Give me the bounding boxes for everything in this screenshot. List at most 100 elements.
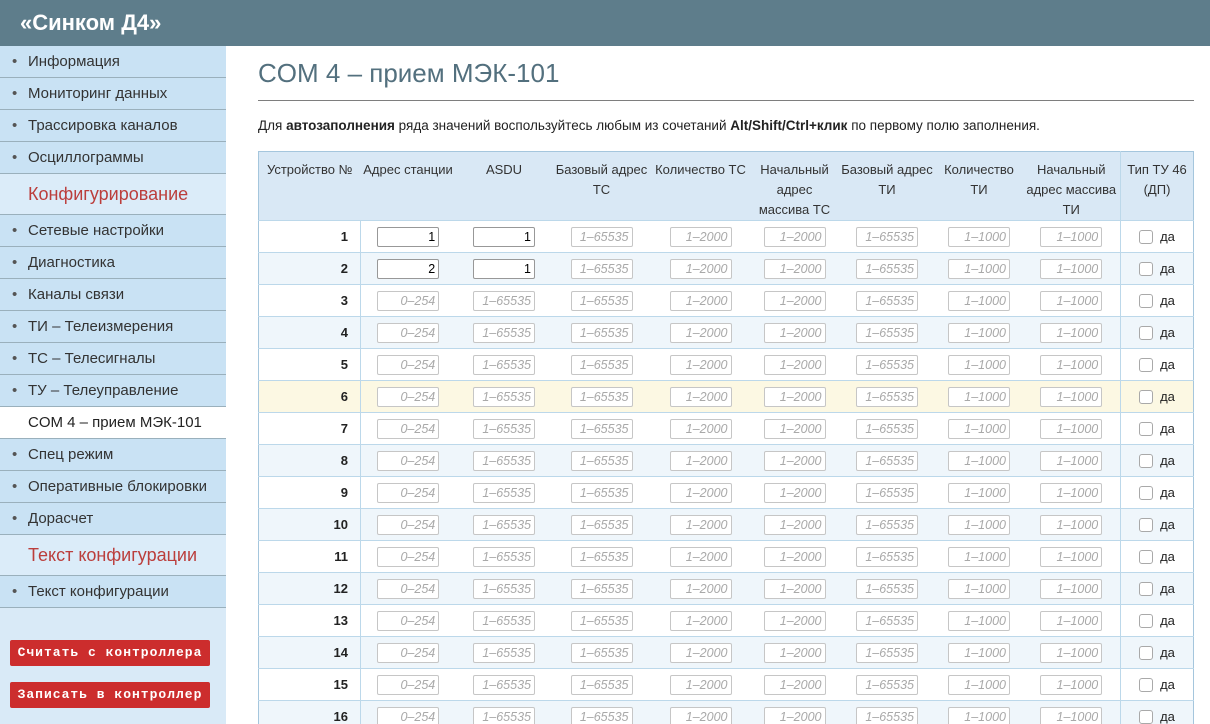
- ti-count-input[interactable]: [948, 322, 1010, 343]
- ti-base-address-input[interactable]: [856, 450, 918, 471]
- ts-array-start-input[interactable]: [763, 226, 826, 247]
- asdu-input[interactable]: [473, 578, 535, 599]
- ts-array-start-input[interactable]: [763, 354, 826, 375]
- ts-count-input[interactable]: [669, 354, 732, 375]
- ts-array-start-input[interactable]: [763, 386, 826, 407]
- tu-type-checkbox[interactable]: [1139, 230, 1154, 245]
- ts-array-start-input[interactable]: [763, 610, 826, 631]
- tu-type-checkbox[interactable]: [1139, 710, 1154, 724]
- ti-count-input[interactable]: [948, 642, 1010, 663]
- ts-array-start-input[interactable]: [763, 578, 826, 599]
- sidebar-item-information[interactable]: • Информация: [0, 46, 226, 78]
- ts-count-input[interactable]: [669, 226, 732, 247]
- ts-count-input[interactable]: [669, 322, 732, 343]
- ti-count-input[interactable]: [948, 418, 1010, 439]
- ti-array-start-input[interactable]: [1040, 322, 1103, 343]
- ti-array-start-input[interactable]: [1040, 450, 1103, 471]
- station-address-input[interactable]: [377, 482, 440, 503]
- station-address-input[interactable]: [377, 290, 440, 311]
- station-address-input[interactable]: [377, 610, 440, 631]
- ts-count-input[interactable]: [669, 290, 732, 311]
- asdu-input[interactable]: [473, 418, 535, 439]
- ti-array-start-input[interactable]: [1040, 386, 1103, 407]
- ti-array-start-input[interactable]: [1040, 706, 1103, 724]
- ts-count-input[interactable]: [669, 450, 732, 471]
- ti-count-input[interactable]: [948, 674, 1010, 695]
- asdu-input[interactable]: [473, 386, 535, 407]
- asdu-input[interactable]: [473, 354, 535, 375]
- ts-array-start-input[interactable]: [763, 322, 826, 343]
- ti-count-input[interactable]: [948, 706, 1010, 724]
- ts-count-input[interactable]: [669, 642, 732, 663]
- tu-type-checkbox[interactable]: [1139, 262, 1154, 277]
- tu-type-checkbox[interactable]: [1139, 486, 1154, 501]
- tu-type-checkbox[interactable]: [1139, 294, 1154, 309]
- ti-count-input[interactable]: [948, 450, 1010, 471]
- asdu-input[interactable]: [473, 290, 535, 311]
- asdu-input[interactable]: [473, 674, 535, 695]
- ts-base-address-input[interactable]: [570, 482, 633, 503]
- asdu-input[interactable]: [473, 258, 535, 279]
- ti-base-address-input[interactable]: [856, 546, 918, 567]
- tu-type-checkbox[interactable]: [1139, 390, 1154, 405]
- asdu-input[interactable]: [473, 610, 535, 631]
- ts-count-input[interactable]: [669, 610, 732, 631]
- ts-array-start-input[interactable]: [763, 482, 826, 503]
- station-address-input[interactable]: [377, 674, 440, 695]
- asdu-input[interactable]: [473, 642, 535, 663]
- ts-count-input[interactable]: [669, 674, 732, 695]
- station-address-input[interactable]: [377, 354, 440, 375]
- ti-base-address-input[interactable]: [856, 706, 918, 724]
- ts-base-address-input[interactable]: [570, 450, 633, 471]
- ts-base-address-input[interactable]: [570, 674, 633, 695]
- sidebar-item-ti-telemetry[interactable]: • ТИ – Телеизмерения: [0, 311, 226, 343]
- ts-array-start-input[interactable]: [763, 674, 826, 695]
- sidebar-item-special-mode[interactable]: • Спец режим: [0, 439, 226, 471]
- station-address-input[interactable]: [377, 418, 440, 439]
- ts-base-address-input[interactable]: [570, 322, 633, 343]
- ts-base-address-input[interactable]: [570, 226, 633, 247]
- ti-count-input[interactable]: [948, 354, 1010, 375]
- asdu-input[interactable]: [473, 514, 535, 535]
- ti-array-start-input[interactable]: [1040, 546, 1103, 567]
- tu-type-checkbox[interactable]: [1139, 678, 1154, 693]
- ti-base-address-input[interactable]: [856, 642, 918, 663]
- ti-base-address-input[interactable]: [856, 674, 918, 695]
- ts-base-address-input[interactable]: [570, 578, 633, 599]
- sidebar-item-com4-iec101[interactable]: COM 4 – прием МЭК-101: [0, 407, 226, 439]
- sidebar-item-recalculation[interactable]: • Дорасчет: [0, 503, 226, 535]
- sidebar-item-network-settings[interactable]: • Сетевые настройки: [0, 215, 226, 247]
- ts-base-address-input[interactable]: [570, 354, 633, 375]
- tu-type-checkbox[interactable]: [1139, 454, 1154, 469]
- write-to-controller-button[interactable]: Записать в контроллер: [10, 682, 210, 708]
- ts-count-input[interactable]: [669, 514, 732, 535]
- ts-array-start-input[interactable]: [763, 514, 826, 535]
- ts-base-address-input[interactable]: [570, 418, 633, 439]
- ti-count-input[interactable]: [948, 578, 1010, 599]
- ti-count-input[interactable]: [948, 226, 1010, 247]
- station-address-input[interactable]: [377, 322, 440, 343]
- tu-type-checkbox[interactable]: [1139, 422, 1154, 437]
- ti-count-input[interactable]: [948, 546, 1010, 567]
- tu-type-checkbox[interactable]: [1139, 646, 1154, 661]
- ts-count-input[interactable]: [669, 482, 732, 503]
- asdu-input[interactable]: [473, 706, 535, 724]
- ts-base-address-input[interactable]: [570, 642, 633, 663]
- ti-base-address-input[interactable]: [856, 322, 918, 343]
- ti-array-start-input[interactable]: [1040, 610, 1103, 631]
- ts-array-start-input[interactable]: [763, 642, 826, 663]
- ti-base-address-input[interactable]: [856, 226, 918, 247]
- ts-count-input[interactable]: [669, 386, 732, 407]
- sidebar-item-tu-telecontrol[interactable]: • ТУ – Телеуправление: [0, 375, 226, 407]
- tu-type-checkbox[interactable]: [1139, 550, 1154, 565]
- tu-type-checkbox[interactable]: [1139, 358, 1154, 373]
- asdu-input[interactable]: [473, 546, 535, 567]
- tu-type-checkbox[interactable]: [1139, 326, 1154, 341]
- asdu-input[interactable]: [473, 322, 535, 343]
- sidebar-item-operational-blocks[interactable]: • Оперативные блокировки: [0, 471, 226, 503]
- ti-base-address-input[interactable]: [856, 578, 918, 599]
- ti-array-start-input[interactable]: [1040, 354, 1103, 375]
- station-address-input[interactable]: [377, 226, 440, 247]
- station-address-input[interactable]: [377, 258, 440, 279]
- ti-base-address-input[interactable]: [856, 610, 918, 631]
